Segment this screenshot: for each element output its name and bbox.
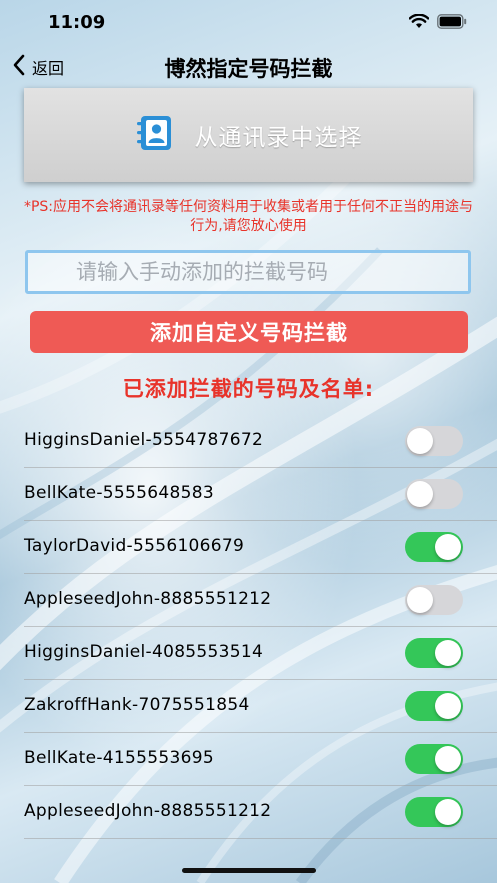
blocked-number-label: AppleseedJohn-8885551212 xyxy=(24,589,272,609)
list-item: BellKate-4155553695 xyxy=(24,733,497,786)
toggle-knob xyxy=(435,640,461,666)
blocked-number-label: HigginsDaniel-4085553514 xyxy=(24,642,264,662)
wifi-icon xyxy=(408,13,430,33)
block-toggle[interactable] xyxy=(405,744,463,774)
blocked-number-list: HigginsDaniel-5554787672 BellKate-555564… xyxy=(0,415,497,839)
battery-icon xyxy=(437,14,467,33)
contacts-book-icon xyxy=(135,114,177,156)
list-item: ZakroffHank-7075551854 xyxy=(24,680,497,733)
blocked-number-label: BellKate-5555648583 xyxy=(24,483,214,503)
contacts-button-label: 从通讯录中选择 xyxy=(194,125,363,151)
block-toggle[interactable] xyxy=(405,797,463,827)
toggle-knob xyxy=(435,534,461,560)
block-number-input[interactable] xyxy=(25,250,471,294)
status-bar: 11:09 xyxy=(0,0,497,44)
block-toggle[interactable] xyxy=(405,691,463,721)
blocked-number-label: TaylorDavid-5556106679 xyxy=(24,536,245,556)
privacy-note: *PS:应用不会将通讯录等任何资料用于收集或者用于任何不正当的用途与行为,请您放… xyxy=(23,199,474,234)
navigation-bar: 返回 博然指定号码拦截 xyxy=(0,44,497,90)
list-item: AppleseedJohn-8885551212 xyxy=(24,786,497,839)
block-toggle[interactable] xyxy=(405,532,463,562)
toggle-knob xyxy=(435,799,461,825)
toggle-knob xyxy=(435,693,461,719)
blocked-list-heading: 已添加拦截的号码及名单: xyxy=(122,377,375,401)
select-from-contacts-button[interactable]: 从通讯录中选择 xyxy=(24,88,473,182)
toggle-knob xyxy=(407,481,433,507)
block-toggle[interactable] xyxy=(405,585,463,615)
block-toggle[interactable] xyxy=(405,426,463,456)
add-custom-block-button[interactable]: 添加自定义号码拦截 xyxy=(30,311,468,353)
status-time: 11:09 xyxy=(48,12,106,33)
block-toggle[interactable] xyxy=(405,479,463,509)
list-item: BellKate-5555648583 xyxy=(24,468,497,521)
toggle-knob xyxy=(435,746,461,772)
list-item: HigginsDaniel-5554787672 xyxy=(24,415,497,468)
toggle-knob xyxy=(407,587,433,613)
blocked-number-label: ZakroffHank-7075551854 xyxy=(24,695,250,715)
home-indicator xyxy=(182,868,316,873)
status-icons xyxy=(408,13,467,33)
block-toggle[interactable] xyxy=(405,638,463,668)
list-item: AppleseedJohn-8885551212 xyxy=(24,574,497,627)
page-title: 博然指定号码拦截 xyxy=(164,57,333,81)
blocked-number-label: BellKate-4155553695 xyxy=(24,748,214,768)
toggle-knob xyxy=(407,428,433,454)
blocked-number-label: AppleseedJohn-8885551212 xyxy=(24,801,272,821)
list-item: TaylorDavid-5556106679 xyxy=(24,521,497,574)
blocked-number-label: HigginsDaniel-5554787672 xyxy=(24,430,264,450)
list-item: HigginsDaniel-4085553514 xyxy=(24,627,497,680)
